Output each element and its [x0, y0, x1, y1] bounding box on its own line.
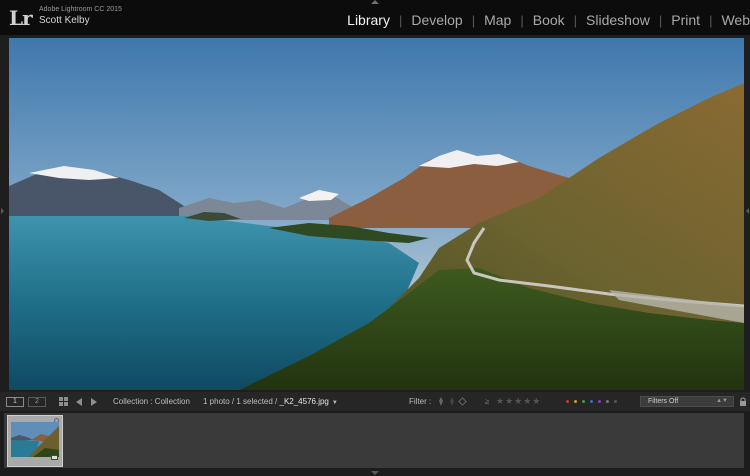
chevron-updown-icon: ▲▼	[716, 398, 728, 404]
rating-filter-stars[interactable]: ★★★★★	[496, 392, 541, 411]
user-name: Scott Kelby	[39, 15, 90, 26]
left-panel-toggle-icon[interactable]	[1, 208, 4, 214]
module-book[interactable]: Book	[533, 12, 565, 28]
lock-icon[interactable]	[739, 397, 747, 406]
collection-badge-icon	[51, 455, 58, 460]
color-label-filter[interactable]	[566, 400, 622, 403]
photo-count[interactable]: 1 photo / 1 selected / _K2_4576.jpg ▼	[203, 392, 338, 411]
arrow-right-icon[interactable]	[91, 398, 97, 406]
grid-icon[interactable]	[59, 397, 68, 406]
filmstrip	[0, 411, 750, 476]
primary-window-button[interactable]: 1	[6, 397, 24, 407]
module-library[interactable]: Library	[347, 12, 390, 28]
color-label-dot[interactable]	[582, 400, 585, 403]
chevron-down-icon: ▼	[331, 400, 338, 406]
filter-label: Filter :	[409, 397, 432, 406]
filter-preset-dropdown[interactable]: Filters Off ▲▼	[640, 396, 734, 407]
color-label-dot[interactable]	[606, 400, 609, 403]
color-label-dot[interactable]	[598, 400, 601, 403]
module-slideshow[interactable]: Slideshow	[586, 12, 650, 28]
module-separator: |	[573, 12, 578, 28]
module-separator: |	[658, 12, 663, 28]
module-map[interactable]: Map	[484, 12, 511, 28]
hide-filmstrip-icon[interactable]	[371, 471, 379, 475]
filmstrip-thumbnail[interactable]	[7, 415, 63, 467]
toolbar: 1 2 Collection : Collection 1 photo / 1 …	[0, 392, 750, 411]
main-photo[interactable]	[9, 38, 744, 390]
module-picker: Library | Develop | Map | Book | Slideshow | Print…	[347, 12, 750, 28]
module-separator: |	[520, 12, 524, 28]
secondary-window-button[interactable]: 2	[28, 397, 46, 407]
filename: _K2_4576.jpg	[279, 397, 329, 406]
filter-preset-value: Filters Off	[648, 398, 679, 405]
rating-operator[interactable]: ≥	[485, 392, 489, 411]
module-develop[interactable]: Develop	[411, 12, 462, 28]
right-panel-toggle-icon[interactable]	[746, 208, 749, 214]
lightroom-logo: Lr	[9, 6, 33, 30]
module-separator: |	[398, 12, 403, 28]
module-web[interactable]: Web	[721, 12, 750, 28]
color-label-dot[interactable]	[566, 400, 569, 403]
collection-source[interactable]: Collection : Collection	[113, 392, 190, 411]
thumbnail-image	[11, 422, 59, 457]
color-label-dot[interactable]	[590, 400, 593, 403]
photo-count-text: 1 photo / 1 selected /	[203, 397, 280, 406]
module-separator: |	[471, 12, 476, 28]
top-bar: Lr Adobe Lightroom CC 2015 Scott Kelby L…	[0, 0, 750, 35]
color-label-dot[interactable]	[574, 400, 577, 403]
filmstrip-track	[4, 413, 744, 468]
arrow-left-icon[interactable]	[76, 398, 82, 406]
loupe-view	[0, 35, 750, 392]
module-separator: |	[709, 12, 713, 28]
module-print[interactable]: Print	[671, 12, 700, 28]
app-name: Adobe Lightroom CC 2015	[39, 6, 122, 13]
color-label-dot[interactable]	[614, 400, 617, 403]
hide-top-panel-icon[interactable]	[371, 0, 379, 4]
flag-filter-icons[interactable]	[437, 397, 467, 406]
